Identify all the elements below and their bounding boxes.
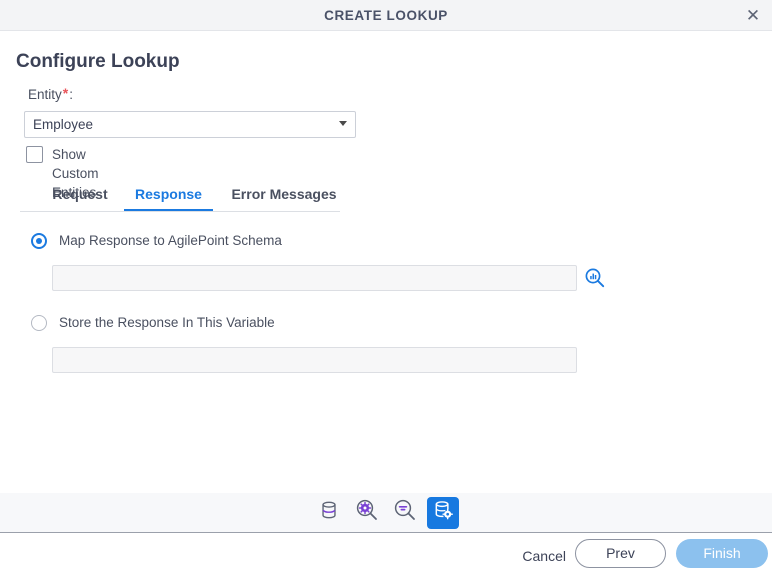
search-filter-icon [393,498,417,527]
page-title: Configure Lookup [16,51,180,72]
entity-select[interactable]: Employee [24,111,356,138]
icon-toolbar [0,493,772,533]
dialog-title: CREATE LOOKUP [324,8,448,23]
dialog-footer: Cancel Prev Finish [0,534,772,578]
database-config-icon-button[interactable] [427,496,459,529]
schema-search-icon[interactable] [584,267,606,289]
tab-error-messages[interactable]: Error Messages [219,181,349,211]
tab-error-messages-label: Error Messages [231,186,337,202]
tab-request[interactable]: Request [40,181,120,211]
cancel-button[interactable]: Cancel [522,544,566,568]
tab-request-label: Request [52,186,108,202]
search-filter-icon-button[interactable] [389,497,421,529]
search-gear-icon [355,498,379,527]
tab-response[interactable]: Response [124,181,213,211]
tab-bar: Request Response Error Messages [20,181,340,213]
prev-button[interactable]: Prev [575,539,666,568]
store-response-radio[interactable] [31,315,47,331]
tab-baseline-divider [20,211,340,212]
close-icon[interactable]: ✕ [740,4,766,28]
database-icon-button[interactable] [313,497,345,529]
finish-button[interactable]: Finish [676,539,768,568]
dialog-titlebar: CREATE LOOKUP ✕ [0,0,772,31]
store-response-label: Store the Response In This Variable [59,315,275,330]
database-config-icon [432,499,454,526]
icon-toolbar-group [0,493,772,532]
database-icon [318,499,340,526]
map-response-radio[interactable] [31,233,47,249]
dialog-content: Configure Lookup Entity*: Employee Show … [0,32,772,493]
entity-label: Entity*: [28,85,73,102]
store-variable-input[interactable] [52,347,577,373]
show-custom-entities-checkbox[interactable] [26,146,43,163]
entity-select-value: Employee [33,117,94,132]
map-response-label: Map Response to AgilePoint Schema [59,233,282,248]
entity-label-text: Entity [28,87,62,102]
schema-input[interactable] [52,265,577,291]
chevron-down-icon [339,121,347,126]
search-gear-icon-button[interactable] [351,497,383,529]
entity-label-colon: : [69,87,73,102]
tab-response-label: Response [135,186,202,202]
